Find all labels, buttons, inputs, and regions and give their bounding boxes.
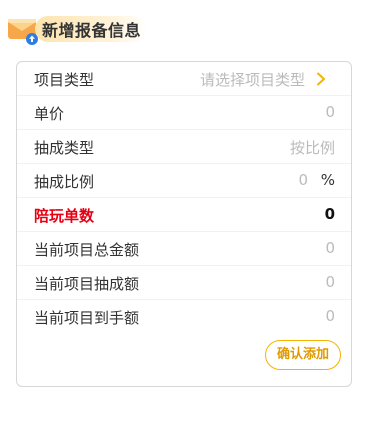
confirm-add-button[interactable]: 确认添加	[265, 340, 341, 370]
companion-count-value: 0	[324, 205, 335, 223]
commission-ratio-input[interactable]: 0	[298, 171, 308, 189]
commission-amount-row: 当前项目抽成额 0	[17, 266, 351, 300]
section-header: 新增报备信息	[7, 10, 207, 46]
commission-ratio-row: 抽成比例 0 %	[17, 164, 351, 198]
commission-amount-value: 0	[325, 273, 335, 291]
total-amount-row: 当前项目总金额 0	[17, 232, 351, 266]
unit-price-row: 单价 0	[17, 96, 351, 130]
net-amount-value: 0	[325, 307, 335, 325]
unit-price-label: 单价	[34, 105, 65, 123]
total-amount-value: 0	[325, 239, 335, 257]
commission-amount-label: 当前项目抽成额	[34, 275, 140, 293]
project-type-row[interactable]: 项目类型 请选择项目类型	[17, 62, 351, 96]
report-page: 新增报备信息 项目类型 请选择项目类型 单价 0 抽成类型 按比例 抽成比例 0…	[0, 0, 370, 430]
project-type-label: 项目类型	[34, 71, 95, 89]
total-amount-label: 当前项目总金额	[34, 241, 140, 259]
net-amount-row: 当前项目到手额 0	[17, 300, 351, 334]
percent-unit: %	[320, 171, 335, 189]
commission-ratio-label: 抽成比例	[34, 173, 95, 191]
companion-count-row: 陪玩单数 0	[17, 198, 351, 232]
chevron-right-icon[interactable]	[314, 72, 328, 86]
report-form-card: 项目类型 请选择项目类型 单价 0 抽成类型 按比例 抽成比例 0 % 陪玩单数…	[16, 61, 352, 387]
unit-price-input[interactable]: 0	[325, 103, 335, 121]
commission-type-label: 抽成类型	[34, 139, 95, 157]
page-title: 新增报备信息	[42, 21, 142, 40]
net-amount-label: 当前项目到手额	[34, 309, 140, 327]
companion-count-label: 陪玩单数	[34, 207, 95, 225]
commission-type-row: 抽成类型 按比例	[17, 130, 351, 164]
project-type-select[interactable]: 请选择项目类型	[200, 69, 305, 90]
commission-type-value[interactable]: 按比例	[290, 137, 335, 158]
